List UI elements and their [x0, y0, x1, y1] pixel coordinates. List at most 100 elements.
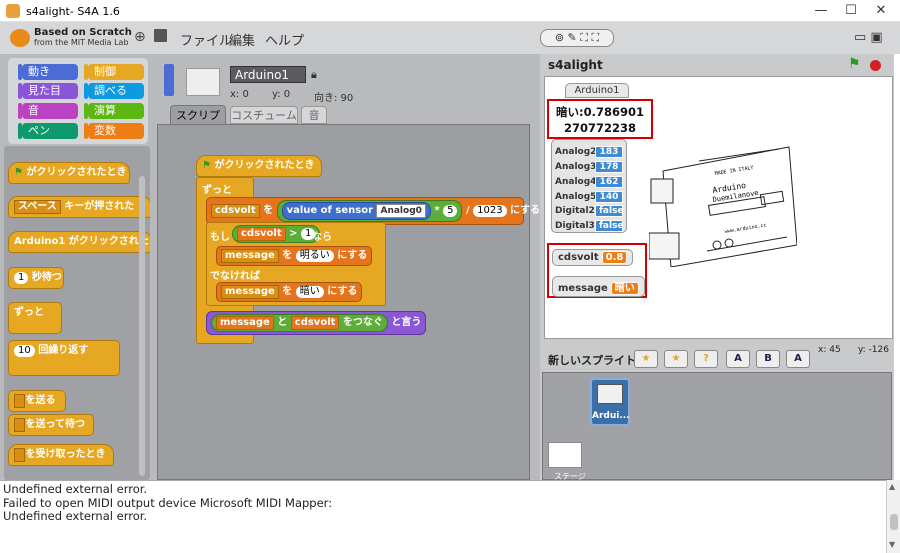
logo-line1: Based on Scratch: [34, 27, 132, 38]
save-icon[interactable]: [154, 29, 167, 42]
menu-file[interactable]: ファイル: [180, 30, 232, 49]
palette-receive-hat-block[interactable]: を受け取ったとき: [8, 444, 114, 466]
greater-than-operator[interactable]: cdsvolt > 1: [232, 225, 321, 243]
palette-broadcast-block[interactable]: を送る: [8, 390, 66, 412]
sprite-name-field[interactable]: Arduino1: [230, 66, 306, 83]
if-label: もし: [210, 232, 230, 243]
nara-label: なら: [312, 232, 332, 243]
scroll-thumb[interactable]: [890, 514, 898, 530]
menu-help[interactable]: ヘルプ: [265, 30, 304, 49]
set-message-bright-block[interactable]: message を 明るい にする: [216, 246, 373, 266]
lock-icon[interactable]: 🔒︎: [311, 68, 317, 82]
console-line: Failed to open MIDI output device Micros…: [3, 495, 333, 510]
sensor-port-dropdown[interactable]: Analog0: [376, 204, 426, 218]
green-flag-icon: ⚑: [14, 167, 23, 178]
tool-buttons[interactable]: ⊚ ✎ ⛶ ⛶: [540, 29, 614, 47]
stage[interactable]: Arduino1 暗い:0.786901 270772238 Analog2 18…: [544, 76, 893, 339]
close-button[interactable]: ✕: [866, 0, 896, 22]
category-variables[interactable]: 変数: [84, 123, 144, 139]
green-flag-button[interactable]: ⚑: [848, 56, 861, 72]
palette-scrollbar[interactable]: [139, 176, 145, 476]
forever-label: ずっと: [202, 185, 232, 196]
board-a-button[interactable]: A: [726, 350, 750, 368]
sensor-row: Analog3 178: [555, 159, 623, 173]
scroll-down-arrow[interactable]: ▼: [889, 540, 895, 549]
multiply-operator[interactable]: value of sensor Analog0 * 5: [276, 200, 463, 222]
minimize-button[interactable]: —: [806, 0, 836, 22]
set-cdsvolt-block[interactable]: cdsvolt を value of sensor Analog0 * 5 / …: [206, 197, 540, 225]
sprite-direction: 向き: 90: [314, 93, 354, 104]
sprite-thumb-image: [597, 384, 623, 404]
logo-line2: from the MIT Media Lab: [34, 38, 129, 47]
palette-broadcast-wait-block[interactable]: を送って待つ: [8, 414, 94, 436]
palette-key-hat-block[interactable]: スペース キーが押された: [8, 196, 150, 218]
sensor-board-tab: Arduino1: [565, 83, 629, 98]
console-line: Undefined external error.: [3, 509, 148, 523]
category-operators[interactable]: 演算: [84, 103, 144, 119]
menu-bar: Based on Scratch from the MIT Media Lab …: [0, 22, 900, 54]
paint-sprite-button[interactable]: ★: [634, 350, 658, 368]
mouse-y: y: -126: [858, 345, 889, 355]
palette-sprite-hat-block[interactable]: Arduino1 がクリックされた: [8, 231, 150, 253]
globe-icon[interactable]: ⊕: [134, 29, 146, 45]
cdsvolt-var-dropdown[interactable]: cdsvolt: [211, 204, 260, 218]
sprite-x: x: 0: [230, 89, 249, 100]
tab-sounds[interactable]: 音: [301, 106, 327, 124]
category-control[interactable]: 制御: [84, 64, 144, 80]
board-c-button[interactable]: A: [786, 350, 810, 368]
else-label: でなければ: [210, 271, 260, 282]
say-block[interactable]: message と cdsvolt をつなぐ と言う: [206, 311, 427, 335]
console-scrollbar[interactable]: ▲ ▼: [886, 480, 900, 553]
script-area[interactable]: ずっと ⚑ がクリックされたとき cdsvolt を value of sens…: [157, 124, 540, 480]
flag-hat-block[interactable]: ⚑ がクリックされたとき: [196, 155, 322, 177]
arduino-board-sprite[interactable]: Arduino Duemilanove MADE IN ITALY www.ar…: [649, 141, 797, 267]
console-output: Undefined external error. Failed to open…: [0, 480, 886, 553]
stop-button[interactable]: [870, 60, 881, 71]
board-b-button[interactable]: B: [756, 350, 780, 368]
category-looks[interactable]: 見た目: [18, 83, 78, 99]
sprite-thumbnail: [186, 68, 220, 96]
green-flag-icon: ⚑: [202, 160, 211, 171]
window-title: s4alight- S4A 1.6: [26, 5, 120, 18]
set-message-dark-block[interactable]: message を 暗い にする: [216, 282, 363, 302]
category-motion[interactable]: 動き: [18, 64, 78, 80]
maximize-button[interactable]: ☐: [836, 0, 866, 22]
category-sensing[interactable]: 調べる: [84, 83, 144, 99]
category-pen[interactable]: ペン: [18, 123, 78, 139]
mouse-x: x: 45: [818, 345, 841, 355]
palette-forever-block[interactable]: ずっと: [8, 302, 62, 334]
random-sprite-button[interactable]: ?: [694, 350, 718, 368]
title-bar: s4alight- S4A 1.6 — ☐ ✕: [0, 0, 900, 22]
app-icon: [6, 4, 20, 18]
sensor-row: Analog4 162: [555, 174, 623, 188]
key-dropdown[interactable]: スペース: [14, 200, 61, 214]
message-watcher[interactable]: message 暗い: [552, 276, 645, 297]
cdsvolt-watcher[interactable]: cdsvolt 0.8: [552, 249, 634, 266]
join-operator[interactable]: message と cdsvolt をつなぐ: [211, 314, 388, 332]
bubble-line2: 270772238: [563, 121, 636, 135]
stage-size-icons[interactable]: ▭ ▣: [854, 30, 883, 45]
cdsvolt-reporter[interactable]: cdsvolt: [237, 227, 286, 241]
palette-flag-hat-block[interactable]: ⚑ がクリックされたとき: [8, 162, 130, 184]
scroll-up-arrow[interactable]: ▲: [889, 482, 895, 491]
blocks-palette: ⚑ がクリックされたとき スペース キーが押された Arduino1 がクリック…: [4, 146, 150, 480]
speech-bubble: 暗い:0.786901 270772238: [547, 99, 653, 139]
tab-scripts[interactable]: スクリプト: [170, 105, 226, 141]
menu-edit[interactable]: 編集: [229, 30, 255, 49]
new-sprite-label: 新しいスプライト:: [548, 354, 641, 367]
palette-repeat-block[interactable]: 10 回繰り返す: [8, 340, 120, 376]
palette-wait-block[interactable]: 1 秒待つ: [8, 267, 64, 289]
choose-sprite-button[interactable]: ★: [664, 350, 688, 368]
category-sound[interactable]: 音: [18, 103, 78, 119]
sprite-thumb-name: Ardui...: [592, 411, 630, 421]
sensor-row: Analog2 183: [555, 144, 623, 158]
value-of-sensor-block[interactable]: value of sensor Analog0: [281, 202, 431, 220]
rotation-style-buttons[interactable]: [164, 64, 174, 96]
sensor-row: Analog5 140: [555, 189, 623, 203]
bubble-line1: 暗い:0.786901: [556, 105, 644, 119]
tab-costumes[interactable]: コスチューム: [230, 106, 298, 124]
sensor-row: Digital2 false: [555, 205, 624, 217]
scratch-logo-icon: [10, 29, 30, 47]
console-line: Undefined external error.: [3, 482, 148, 496]
stage-thumbnail[interactable]: [548, 442, 582, 468]
